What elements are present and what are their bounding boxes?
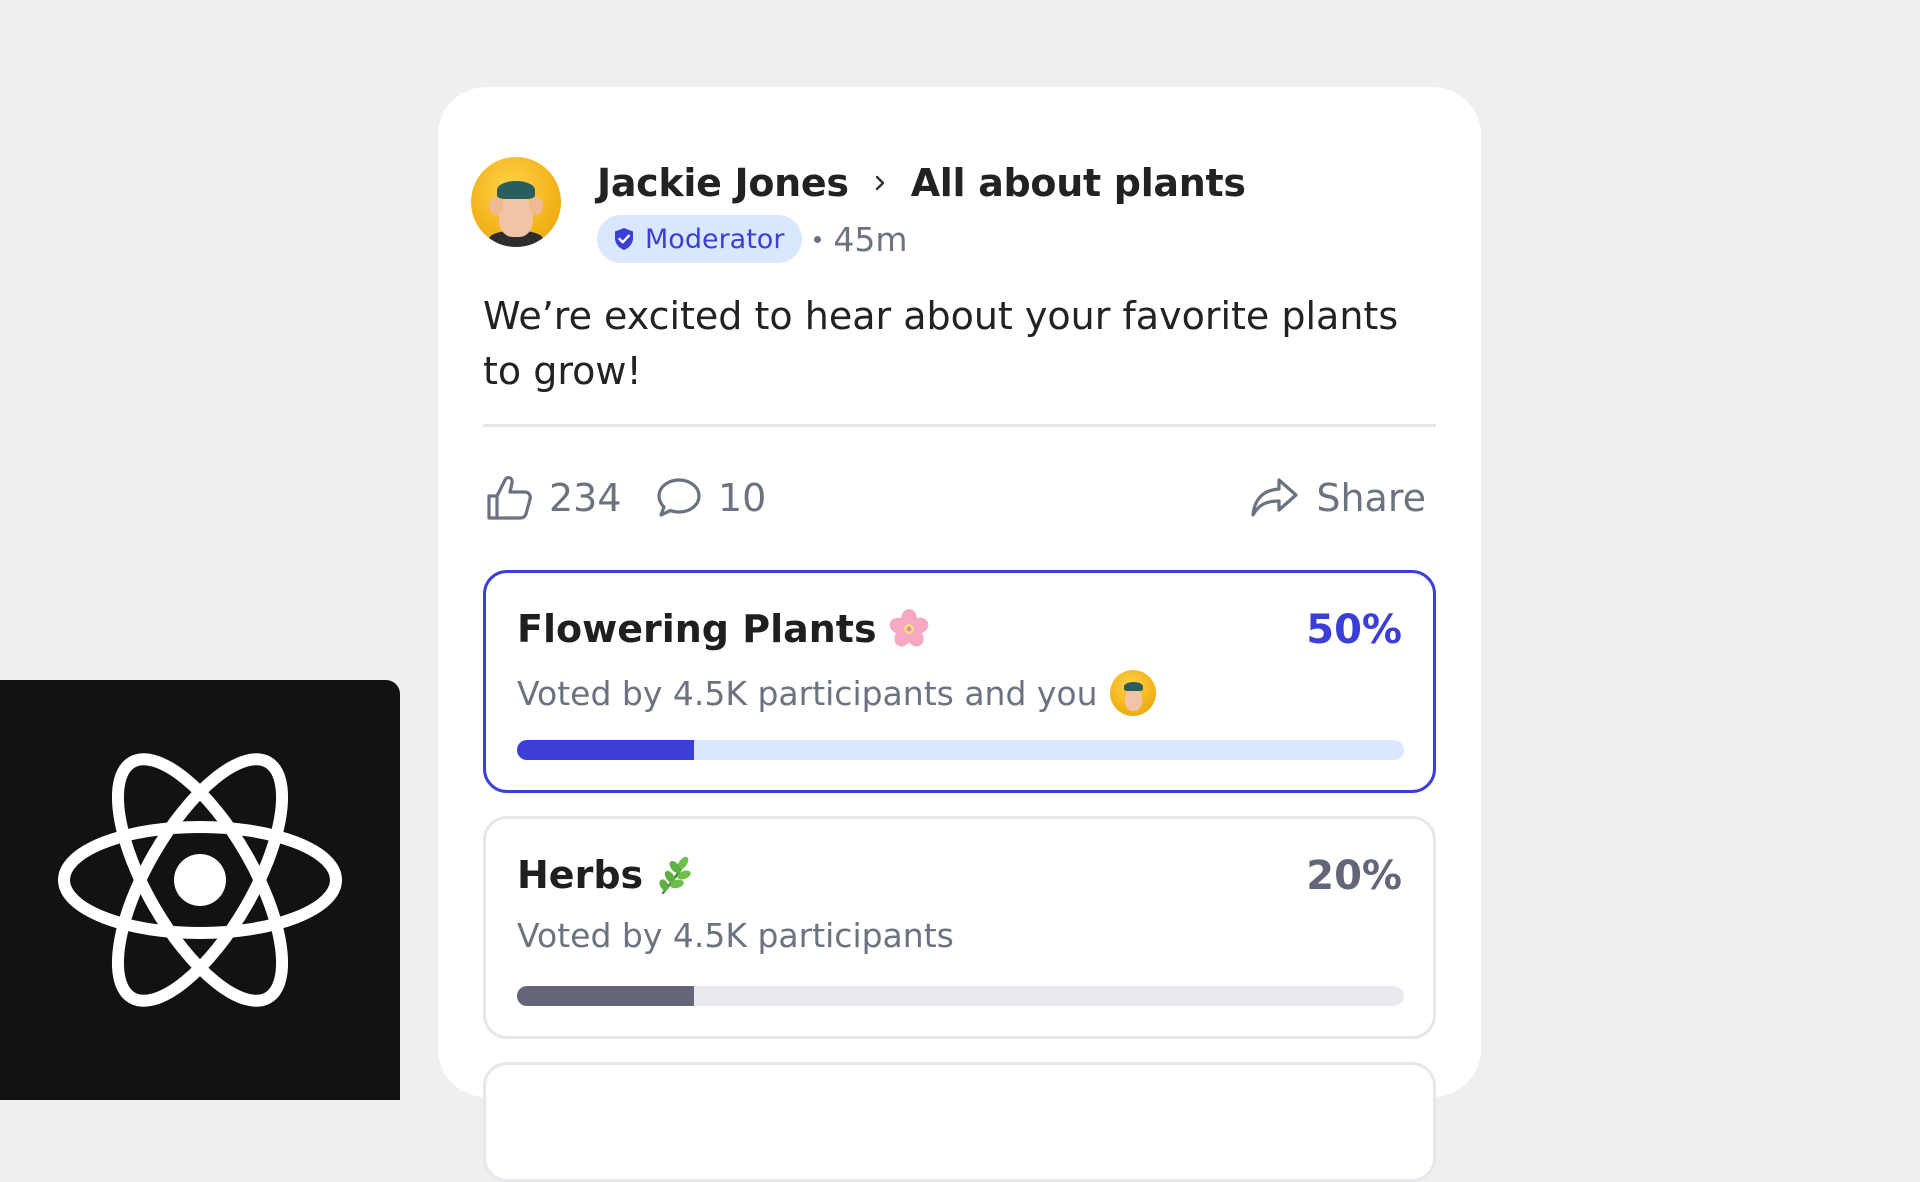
option-voters: Voted by 4.5K participants — [517, 916, 954, 955]
option-voters-text: Voted by 4.5K participants — [517, 916, 954, 955]
comment-button[interactable]: 10 — [654, 463, 766, 533]
divider — [483, 424, 1436, 427]
option-title: Flowering Plants — [517, 607, 931, 651]
option-progress-track — [517, 740, 1404, 760]
post-breadcrumb: Jackie Jones All about plants — [597, 157, 1246, 209]
share-button[interactable]: Share — [1248, 463, 1426, 533]
option-title-text: Herbs — [517, 853, 644, 897]
post-card: Jackie Jones All about plants Moderator … — [438, 87, 1481, 1182]
post-header: Jackie Jones All about plants Moderator … — [471, 157, 1451, 263]
author-avatar[interactable] — [471, 157, 561, 247]
option-progress-fill — [517, 986, 695, 1006]
thumbs-up-icon — [487, 476, 532, 520]
my-avatar — [1109, 670, 1156, 716]
option-title-text: Flowering Plants — [517, 607, 877, 651]
share-icon — [1251, 478, 1298, 517]
post-time: 45m — [833, 219, 908, 259]
post-meta: Moderator 45m — [597, 215, 908, 263]
share-label: Share — [1316, 476, 1426, 520]
poll-option-herbs[interactable]: Herbs 20% Voted by 4.5K participants — [483, 816, 1436, 1039]
comment-icon — [657, 478, 701, 517]
like-count: 234 — [549, 476, 622, 520]
option-voters-text: Voted by 4.5K participants and you — [517, 673, 1098, 713]
poll-option-flowering-plants[interactable]: Flowering Plants 50% Voted by 4.5K parti… — [483, 570, 1436, 793]
react-logo-tile — [0, 680, 400, 1100]
like-button[interactable]: 234 — [483, 463, 622, 533]
cherry-blossom-icon — [889, 609, 928, 647]
option-percent: 20% — [1306, 853, 1402, 899]
separator-dot — [814, 235, 822, 243]
option-progress-fill — [517, 740, 695, 760]
herb-icon — [659, 856, 691, 895]
comment-count: 10 — [718, 476, 767, 520]
option-progress-track — [517, 986, 1404, 1006]
react-logo-icon — [58, 753, 342, 1007]
option-title: Herbs — [517, 853, 697, 897]
poll-option-next[interactable] — [483, 1062, 1436, 1182]
option-voters: Voted by 4.5K participants and you — [517, 670, 1156, 716]
moderator-badge: Moderator — [597, 215, 803, 263]
community-name[interactable]: All about plants — [911, 161, 1246, 205]
chevron-right-icon — [875, 175, 884, 191]
post-actions: 234 10 Share — [483, 463, 1436, 533]
option-percent: 50% — [1306, 607, 1402, 653]
badge-label: Moderator — [645, 223, 785, 255]
post-body: We’re excited to hear about your favorit… — [483, 294, 1399, 393]
author-name[interactable]: Jackie Jones — [597, 161, 849, 205]
shield-check-icon — [615, 228, 633, 250]
